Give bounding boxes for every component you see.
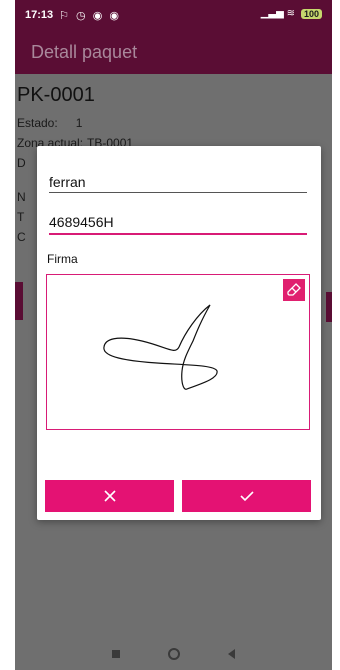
confirm-button[interactable] xyxy=(182,480,311,512)
signature-pad[interactable] xyxy=(46,274,310,430)
package-id: PK-0001 xyxy=(17,84,95,106)
check-icon xyxy=(239,491,254,502)
back-icon[interactable] xyxy=(228,649,235,659)
close-icon xyxy=(103,490,116,502)
home-icon[interactable] xyxy=(168,648,180,660)
name-field-underline xyxy=(49,192,307,193)
background-button-left xyxy=(15,282,23,320)
partial-row: D xyxy=(17,156,26,170)
cancel-button[interactable] xyxy=(45,480,174,512)
name-field[interactable]: ferran xyxy=(49,174,307,190)
status-bar: 17:13 ⚐ ◷ ◉ ◉ ▁▃▅ ≋ 100 xyxy=(15,0,332,30)
signature-dialog: ferran 4689456H Firma xyxy=(37,146,321,520)
recents-icon[interactable] xyxy=(112,650,120,658)
estado-row: Estado: 1 xyxy=(17,116,82,130)
notification-icons: ⚐ ◷ ◉ ◉ xyxy=(59,9,121,22)
status-right: ▁▃▅ ≋ 100 xyxy=(261,8,322,19)
id-field-underline xyxy=(49,233,307,235)
navigation-bar xyxy=(15,638,332,670)
battery-icon: 100 xyxy=(300,8,322,19)
background-button-right xyxy=(326,292,332,322)
estado-label: Estado: xyxy=(17,116,58,130)
firma-label: Firma xyxy=(47,252,78,266)
partial-row: N xyxy=(17,190,26,204)
status-time: 17:13 xyxy=(25,9,54,21)
id-field[interactable]: 4689456H xyxy=(49,214,307,230)
app-bar: Detall paquet xyxy=(15,30,332,74)
partial-row: T xyxy=(17,210,25,224)
signal-wifi-icon: ▁▃▅ ≋ xyxy=(260,8,295,19)
partial-row: C xyxy=(17,230,26,244)
eraser-icon[interactable] xyxy=(283,279,305,301)
signature-drawing xyxy=(103,304,218,390)
page-title: Detall paquet xyxy=(31,41,138,62)
background-strip xyxy=(0,0,16,580)
estado-value: 1 xyxy=(75,116,83,130)
